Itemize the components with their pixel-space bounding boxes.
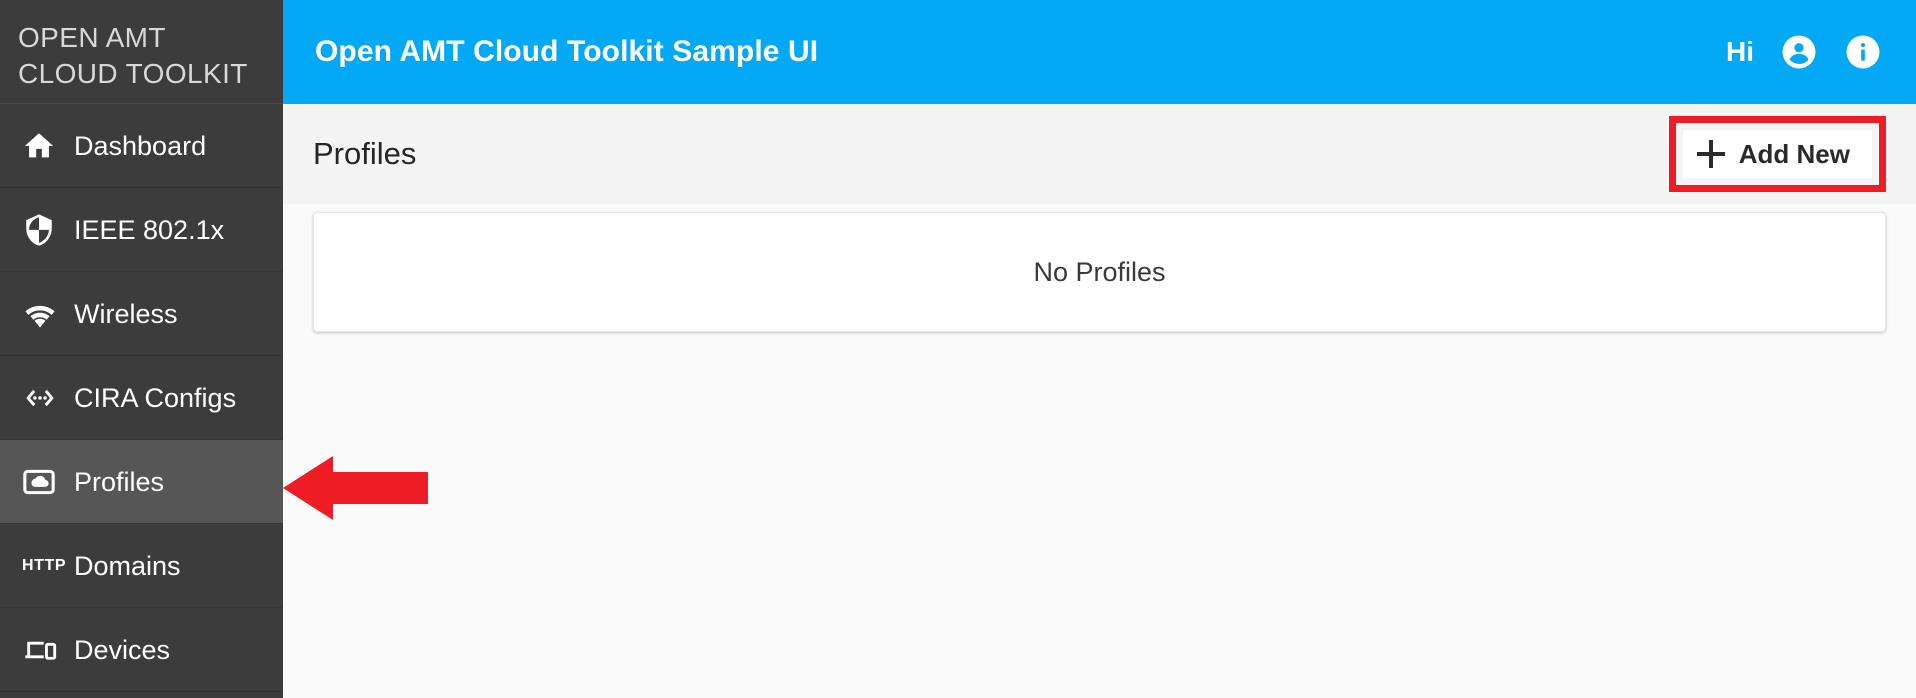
wifi-icon [22,296,74,332]
http-icon: HTTP [22,557,74,575]
add-new-highlight-box: Add New [1668,116,1886,192]
page-content: No Profiles [283,204,1916,698]
sidebar: OPEN AMT CLOUD TOOLKIT Dashboard IEEE 80… [0,0,283,698]
sidebar-item-label: CIRA Configs [74,382,237,413]
shield-icon [22,213,74,247]
sidebar-item-label: Domains [74,550,181,581]
sidebar-item-label: Profiles [74,466,165,497]
page-title: Profiles [313,136,417,171]
cloud-frame-icon [22,465,74,499]
account-circle-icon[interactable] [1780,33,1818,71]
sidebar-item-devices[interactable]: Devices [0,608,283,692]
sidebar-item-domains[interactable]: HTTP Domains [0,524,283,608]
plus-icon [1696,140,1725,168]
header-actions: Hi [1726,33,1882,71]
sidebar-item-wireless[interactable]: Wireless [0,272,283,356]
sidebar-item-label: Dashboard [74,130,207,161]
app-window: OPEN AMT CLOUD TOOLKIT Dashboard IEEE 80… [0,0,1916,698]
sidebar-item-label: Wireless [74,298,178,329]
brand-logo: OPEN AMT CLOUD TOOLKIT [0,0,283,104]
brand-line-1: OPEN AMT [18,21,166,53]
devices-icon [22,632,74,668]
sidebar-item-label: IEEE 802.1x [74,214,225,245]
home-icon [22,129,74,163]
toolbar-actions: Add New [1668,116,1886,192]
sidebar-item-profiles[interactable]: Profiles [0,440,283,524]
profiles-card: No Profiles [313,212,1886,332]
page-header-title: Open AMT Cloud Toolkit Sample UI [315,35,819,68]
sidebar-nav: Dashboard IEEE 802.1x Wireless CIRA Conf… [0,104,283,698]
add-new-label: Add New [1738,139,1850,169]
http-glyph: HTTP [22,556,67,574]
empty-state-message: No Profiles [1033,257,1166,287]
greeting-label: Hi [1726,36,1754,67]
page-toolbar: Profiles Add New [283,104,1916,204]
sidebar-item-cira-configs[interactable]: CIRA Configs [0,356,283,440]
main-area: Open AMT Cloud Toolkit Sample UI Hi Prof… [283,0,1916,698]
sidebar-item-label: Devices [74,634,171,665]
add-new-button[interactable]: Add New [1682,130,1872,178]
sidebar-item-dashboard[interactable]: Dashboard [0,104,283,188]
sidebar-item-ieee8021x[interactable]: IEEE 802.1x [0,188,283,272]
info-icon[interactable] [1844,33,1882,71]
brand-line-2: CLOUD TOOLKIT [18,57,248,89]
code-icon [22,380,74,416]
app-header: Open AMT Cloud Toolkit Sample UI Hi [283,0,1916,104]
